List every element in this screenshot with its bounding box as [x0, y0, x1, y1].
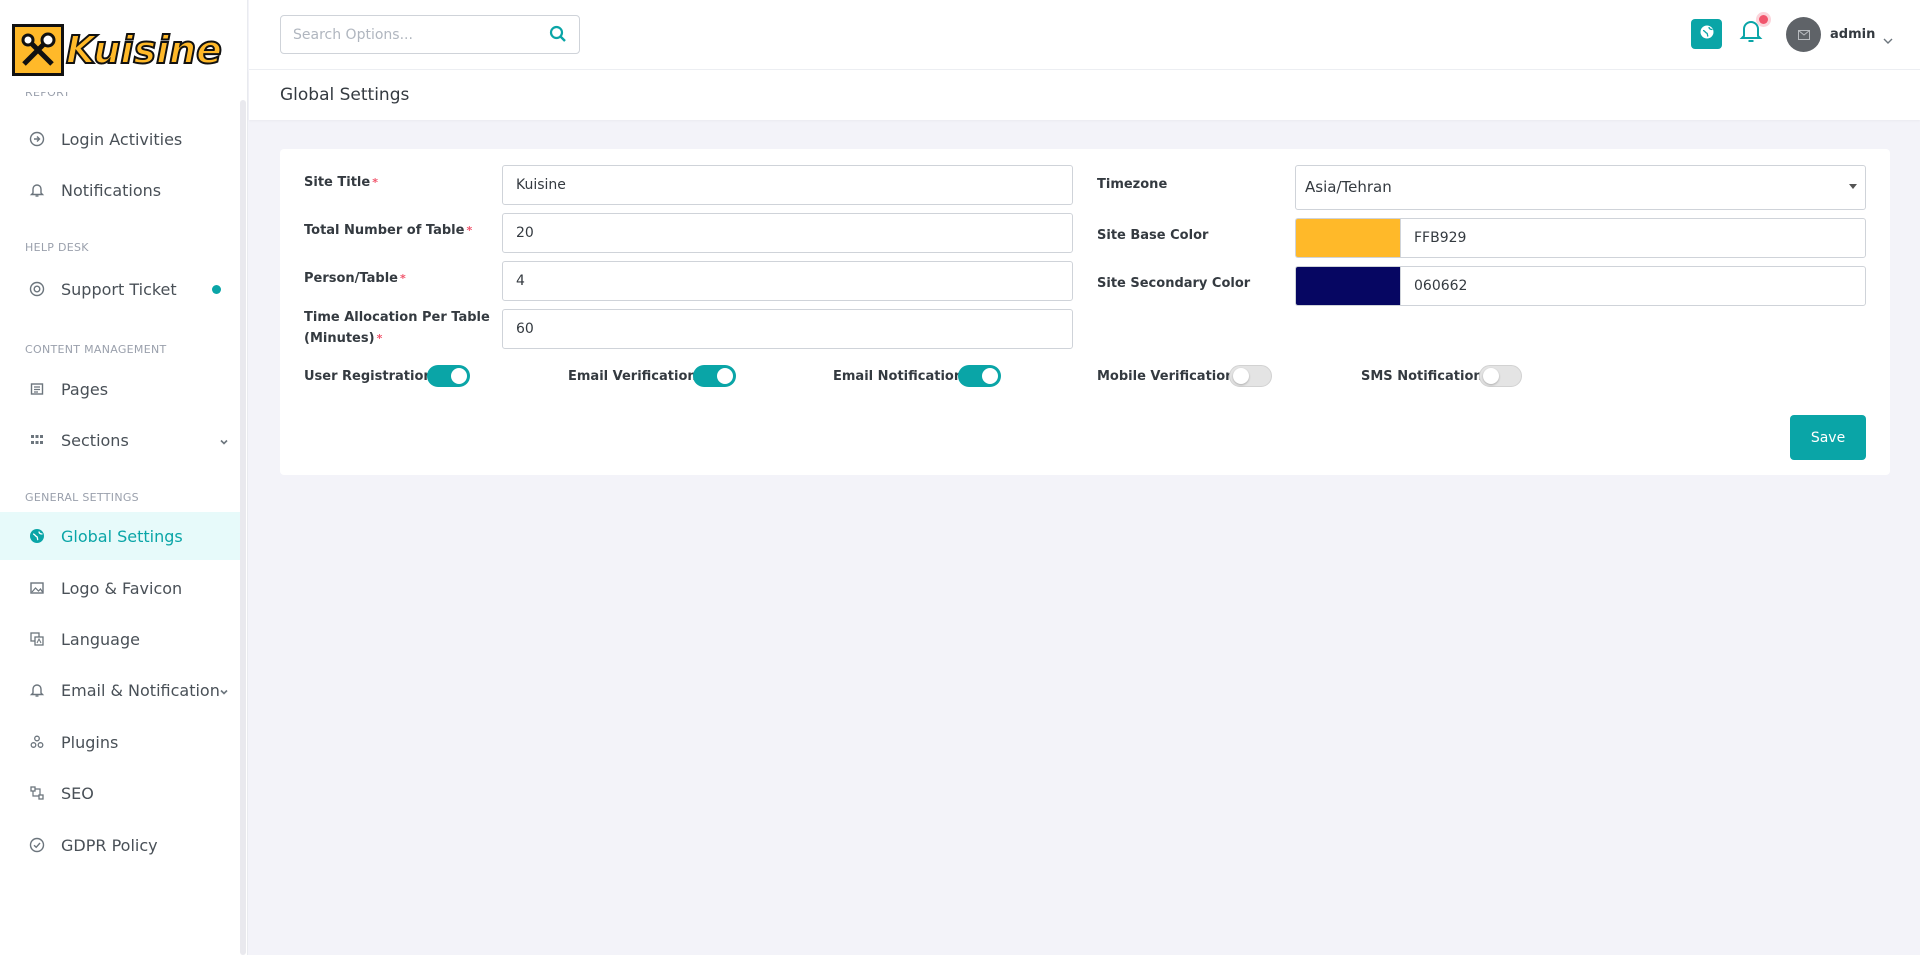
- page-title: Global Settings: [280, 85, 410, 105]
- secondary-color-label: Site Secondary Color: [1097, 276, 1251, 291]
- lifebuoy-icon: [28, 280, 46, 298]
- sidebar-item-label: Language: [61, 629, 140, 649]
- time-allocation-field[interactable]: 60: [502, 309, 1073, 349]
- sidebar-item-logo-favicon[interactable]: Logo & Favicon: [0, 564, 246, 612]
- base-color-field[interactable]: FFB929: [1400, 218, 1866, 258]
- brand-logo[interactable]: Kuisine: [12, 22, 236, 78]
- user-registration-toggle[interactable]: [427, 365, 470, 387]
- check-circle-icon: [28, 836, 46, 854]
- chevron-down-icon: [218, 683, 230, 702]
- person-table-label: Person/Table *: [304, 271, 406, 286]
- secondary-color-swatch[interactable]: [1295, 266, 1400, 306]
- bell-icon: [28, 681, 46, 699]
- language-globe-button[interactable]: [1691, 19, 1722, 49]
- sidebar-item-language[interactable]: Language: [0, 615, 246, 663]
- email-notification-toggle[interactable]: [958, 365, 1001, 387]
- person-table-field[interactable]: 4: [502, 261, 1073, 301]
- sidebar-item-label: Pages: [61, 379, 109, 399]
- sidebar-item-label: Support Ticket: [61, 279, 177, 299]
- sidebar-item-support-ticket[interactable]: Support Ticket: [0, 265, 246, 313]
- sidebar-item-gdpr-policy[interactable]: GDPR Policy: [0, 821, 246, 869]
- sidebar-item-label: Login Activities: [61, 129, 183, 149]
- nav-section-general-settings: GENERAL SETTINGS: [25, 491, 139, 504]
- time-allocation-label: Time Allocation Per Table (Minutes) *: [304, 310, 490, 346]
- mobile-verification-toggle[interactable]: [1229, 365, 1272, 387]
- brand-name: Kuisine: [65, 27, 223, 73]
- pages-icon: [28, 380, 46, 398]
- sidebar-item-label: Global Settings: [61, 526, 183, 546]
- sidebar-item-notifications[interactable]: Notifications: [0, 166, 246, 214]
- user-name[interactable]: admin: [1830, 27, 1875, 42]
- email-notification-label: Email Notification: [833, 369, 964, 384]
- globe-icon: [28, 527, 46, 545]
- status-dot: [212, 285, 221, 294]
- email-verification-toggle[interactable]: [693, 365, 736, 387]
- sidebar-item-plugins[interactable]: Plugins: [0, 718, 246, 766]
- email-verification-label: Email Verification: [568, 369, 697, 384]
- plugins-icon: [28, 733, 46, 751]
- sidebar-item-login-activities[interactable]: Login Activities: [0, 115, 246, 163]
- seo-icon: [28, 784, 46, 802]
- page-header: Global Settings: [249, 70, 1920, 120]
- secondary-color-field[interactable]: 060662: [1400, 266, 1866, 306]
- sidebar-item-pages[interactable]: Pages: [0, 365, 246, 413]
- required-mark: *: [399, 272, 406, 285]
- total-tables-field[interactable]: 20: [502, 213, 1073, 253]
- login-icon: [28, 130, 46, 148]
- required-mark: *: [466, 224, 473, 237]
- sidebar-item-label: Notifications: [61, 180, 162, 200]
- mobile-verification-label: Mobile Verification: [1097, 369, 1235, 384]
- grid-icon: [28, 431, 46, 449]
- sidebar-item-sections[interactable]: Sections: [0, 416, 246, 464]
- user-registration-label: User Registration: [304, 369, 433, 384]
- sms-notification-label: SMS Notification: [1361, 369, 1483, 384]
- nav-section-help-desk: HELP DESK: [25, 241, 89, 254]
- timezone-value: Asia/Tehran: [1305, 178, 1392, 196]
- total-tables-label: Total Number of Table *: [304, 223, 473, 238]
- base-color-swatch[interactable]: [1295, 218, 1400, 258]
- search-input[interactable]: [281, 16, 531, 53]
- dropdown-arrow-icon: [1849, 184, 1857, 189]
- sidebar-item-label: Email & Notification: [61, 680, 220, 700]
- notification-badge: [1759, 15, 1768, 24]
- global-settings-form: Site Title * Kuisine Total Number of Tabl…: [280, 149, 1890, 475]
- top-header: admin: [249, 0, 1920, 70]
- fork-spoon-logo-icon: [12, 24, 64, 76]
- sidebar: Kuisine REPORT Login Activities Notifica…: [0, 0, 248, 955]
- sms-notification-toggle[interactable]: [1479, 365, 1522, 387]
- sidebar-item-global-settings[interactable]: Global Settings: [0, 512, 246, 560]
- nav-section-content-management: CONTENT MANAGEMENT: [25, 343, 167, 356]
- sidebar-item-seo[interactable]: SEO: [0, 769, 246, 817]
- site-title-field[interactable]: Kuisine: [502, 165, 1073, 205]
- sidebar-scrollbar[interactable]: [240, 100, 246, 955]
- timezone-select[interactable]: Asia/Tehran: [1295, 165, 1866, 210]
- chevron-down-icon[interactable]: [1883, 30, 1893, 49]
- sidebar-item-label: Plugins: [61, 732, 119, 752]
- site-title-label: Site Title *: [304, 175, 378, 190]
- avatar[interactable]: [1786, 17, 1821, 52]
- image-icon: [28, 579, 46, 597]
- required-mark: *: [372, 176, 378, 189]
- mail-icon: [1797, 25, 1810, 44]
- required-mark: *: [376, 332, 383, 345]
- bell-icon: [28, 181, 46, 199]
- sidebar-item-label: GDPR Policy: [61, 835, 158, 855]
- sidebar-item-label: Logo & Favicon: [61, 578, 183, 598]
- language-icon: [28, 630, 46, 648]
- nav-section-report: REPORT: [25, 92, 71, 99]
- save-button[interactable]: Save: [1790, 415, 1866, 460]
- globe-icon: [1699, 24, 1715, 44]
- timezone-label: Timezone: [1097, 177, 1168, 192]
- sidebar-item-email-notification[interactable]: Email & Notification: [0, 666, 246, 714]
- search-box: [280, 15, 580, 54]
- sidebar-item-label: SEO: [61, 783, 94, 803]
- chevron-down-icon: [218, 433, 230, 452]
- sidebar-item-label: Sections: [61, 430, 129, 450]
- search-icon[interactable]: [549, 25, 567, 47]
- base-color-label: Site Base Color: [1097, 228, 1209, 243]
